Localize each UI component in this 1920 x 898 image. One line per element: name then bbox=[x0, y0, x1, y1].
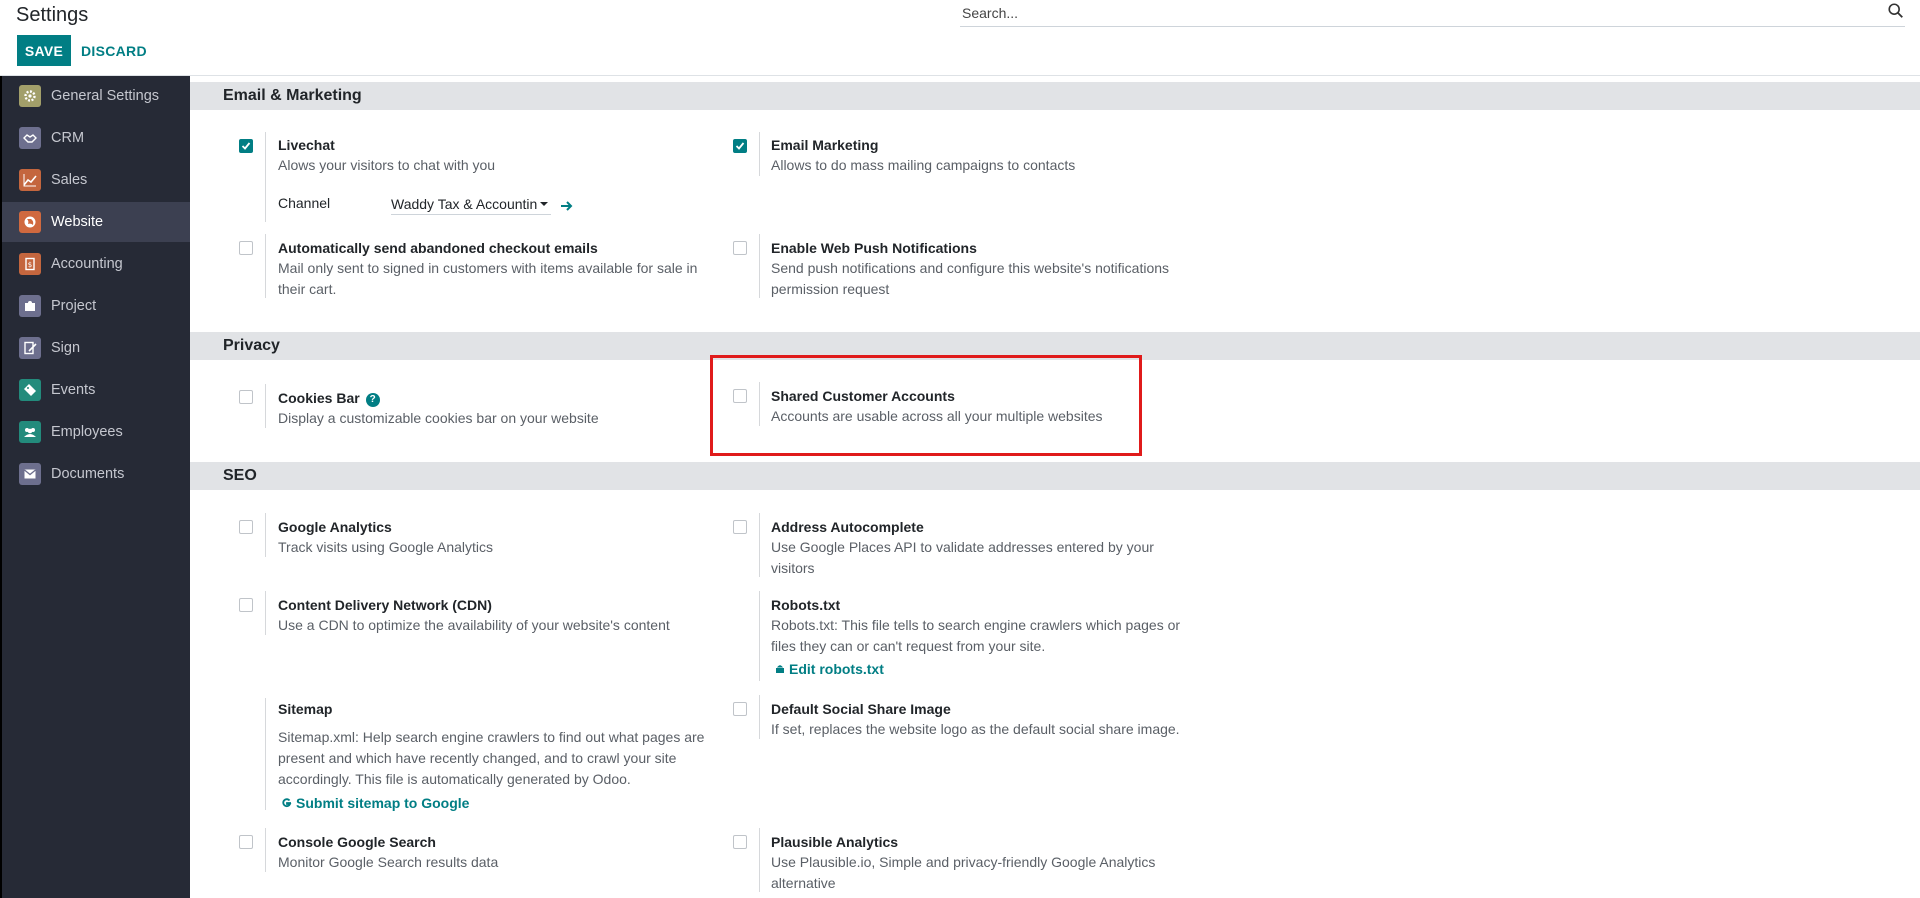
email-marketing-desc: Allows to do mass mailing campaigns to c… bbox=[771, 157, 1076, 173]
sidebar-item-label: Project bbox=[51, 298, 97, 314]
cookies-bar-checkbox[interactable] bbox=[239, 390, 253, 404]
robots-title: Robots.txt bbox=[771, 597, 841, 613]
abandoned-checkout-title: Automatically send abandoned checkout em… bbox=[278, 240, 598, 256]
address-autocomplete-title: Address Autocomplete bbox=[771, 519, 924, 535]
save-button[interactable]: SAVE bbox=[17, 35, 71, 66]
search-icon[interactable] bbox=[1887, 2, 1905, 20]
sidebar-item-general-settings[interactable]: General Settings bbox=[2, 76, 190, 116]
ticket-icon bbox=[19, 379, 41, 401]
sidebar-item-events[interactable]: Events bbox=[2, 370, 190, 410]
discard-button[interactable]: DISCARD bbox=[81, 35, 147, 66]
section-seo: SEO bbox=[190, 462, 1920, 490]
sidebar-item-label: General Settings bbox=[51, 88, 160, 104]
cdn-title: Content Delivery Network (CDN) bbox=[278, 597, 492, 613]
channel-value: Waddy Tax & Accountin bbox=[391, 196, 538, 212]
sidebar-item-label: Documents bbox=[51, 466, 125, 482]
chart-line-icon bbox=[19, 169, 41, 191]
web-push-desc: Send push notifications and configure th… bbox=[771, 260, 1170, 297]
abandoned-checkout-desc: Mail only sent to signed in customers wi… bbox=[278, 260, 698, 297]
cookies-bar-title: Cookies Bar? bbox=[278, 390, 380, 407]
email-marketing-title: Email Marketing bbox=[771, 137, 879, 153]
console-search-title: Console Google Search bbox=[278, 834, 436, 850]
android-icon bbox=[776, 665, 784, 673]
address-autocomplete-checkbox[interactable] bbox=[733, 520, 747, 534]
sidebar-item-employees[interactable]: Employees bbox=[2, 412, 190, 452]
svg-text:$: $ bbox=[28, 261, 32, 269]
web-push-title: Enable Web Push Notifications bbox=[771, 240, 977, 256]
control-panel: Settings SAVE DISCARD bbox=[0, 0, 1920, 76]
arrow-right-icon[interactable] bbox=[560, 199, 574, 213]
google-icon bbox=[282, 798, 292, 808]
puzzle-icon bbox=[19, 295, 41, 317]
cdn-checkbox[interactable] bbox=[239, 598, 253, 612]
sidebar-item-label: Sales bbox=[51, 172, 88, 188]
channel-select[interactable]: Waddy Tax & Accountin bbox=[391, 194, 551, 215]
submit-sitemap-link[interactable]: Submit sitemap to Google bbox=[281, 795, 469, 811]
sidebar-item-label: Employees bbox=[51, 424, 123, 440]
sidebar-item-project[interactable]: Project bbox=[2, 286, 190, 326]
sidebar-item-website[interactable]: Website bbox=[2, 202, 190, 242]
livechat-title: Livechat bbox=[278, 137, 335, 153]
social-share-image-title: Default Social Share Image bbox=[771, 701, 951, 717]
livechat-desc: Alows your visitors to chat with you bbox=[278, 157, 496, 173]
sign-icon bbox=[19, 337, 41, 359]
abandoned-checkout-checkbox[interactable] bbox=[239, 241, 253, 255]
channel-label: Channel bbox=[278, 195, 331, 211]
cookies-bar-desc: Display a customizable cookies bar on yo… bbox=[278, 410, 599, 426]
address-autocomplete-desc: Use Google Places API to validate addres… bbox=[771, 539, 1154, 576]
edit-robots-link[interactable]: Edit robots.txt bbox=[774, 661, 884, 677]
sidebar-item-label: Accounting bbox=[51, 256, 123, 272]
search-input[interactable] bbox=[962, 3, 1842, 23]
check-icon bbox=[735, 142, 745, 150]
sitemap-desc: Sitemap.xml: Help search engine crawlers… bbox=[278, 729, 705, 787]
plausible-title: Plausible Analytics bbox=[771, 834, 899, 850]
google-analytics-title: Google Analytics bbox=[278, 519, 392, 535]
users-icon bbox=[19, 421, 41, 443]
settings-sidebar: General Settings CRM Sales Website $ Acc… bbox=[0, 76, 190, 898]
handshake-icon bbox=[19, 127, 41, 149]
google-analytics-desc: Track visits using Google Analytics bbox=[278, 539, 494, 555]
social-share-image-desc: If set, replaces the website logo as the… bbox=[771, 721, 1180, 737]
highlight-box bbox=[710, 355, 1142, 456]
sidebar-item-sales[interactable]: Sales bbox=[2, 160, 190, 200]
sidebar-item-crm[interactable]: CRM bbox=[2, 118, 190, 158]
globe-icon bbox=[19, 211, 41, 233]
robots-desc: Robots.txt: This file tells to search en… bbox=[771, 617, 1181, 654]
sitemap-title: Sitemap bbox=[278, 701, 333, 717]
gear-icon bbox=[19, 85, 41, 107]
social-share-image-checkbox[interactable] bbox=[733, 702, 747, 716]
search-bar bbox=[960, 0, 1905, 27]
settings-content: Email & Marketing Livechat Alows your vi… bbox=[190, 76, 1920, 898]
section-email-marketing: Email & Marketing bbox=[190, 82, 1920, 110]
cdn-desc: Use a CDN to optimize the availability o… bbox=[278, 617, 670, 633]
chevron-down-icon bbox=[540, 202, 549, 206]
inbox-icon bbox=[19, 463, 41, 485]
web-push-checkbox[interactable] bbox=[733, 241, 747, 255]
check-icon bbox=[241, 142, 251, 150]
sidebar-item-label: Sign bbox=[51, 340, 81, 356]
sidebar-item-label: CRM bbox=[51, 130, 85, 146]
accounting-icon: $ bbox=[19, 253, 41, 275]
sidebar-item-documents[interactable]: Documents bbox=[2, 454, 190, 494]
console-search-desc: Monitor Google Search results data bbox=[278, 854, 499, 870]
livechat-checkbox[interactable] bbox=[239, 139, 253, 153]
sidebar-item-sign[interactable]: Sign bbox=[2, 328, 190, 368]
console-search-checkbox[interactable] bbox=[239, 835, 253, 849]
email-marketing-checkbox[interactable] bbox=[733, 139, 747, 153]
sidebar-item-accounting[interactable]: $ Accounting bbox=[2, 244, 190, 284]
plausible-desc: Use Plausible.io, Simple and privacy-fri… bbox=[771, 854, 1156, 891]
sidebar-item-label: Events bbox=[51, 382, 96, 398]
google-analytics-checkbox[interactable] bbox=[239, 520, 253, 534]
sidebar-item-label: Website bbox=[51, 214, 104, 230]
plausible-checkbox[interactable] bbox=[733, 835, 747, 849]
page-title: Settings bbox=[16, 4, 89, 26]
help-icon[interactable]: ? bbox=[365, 393, 380, 407]
